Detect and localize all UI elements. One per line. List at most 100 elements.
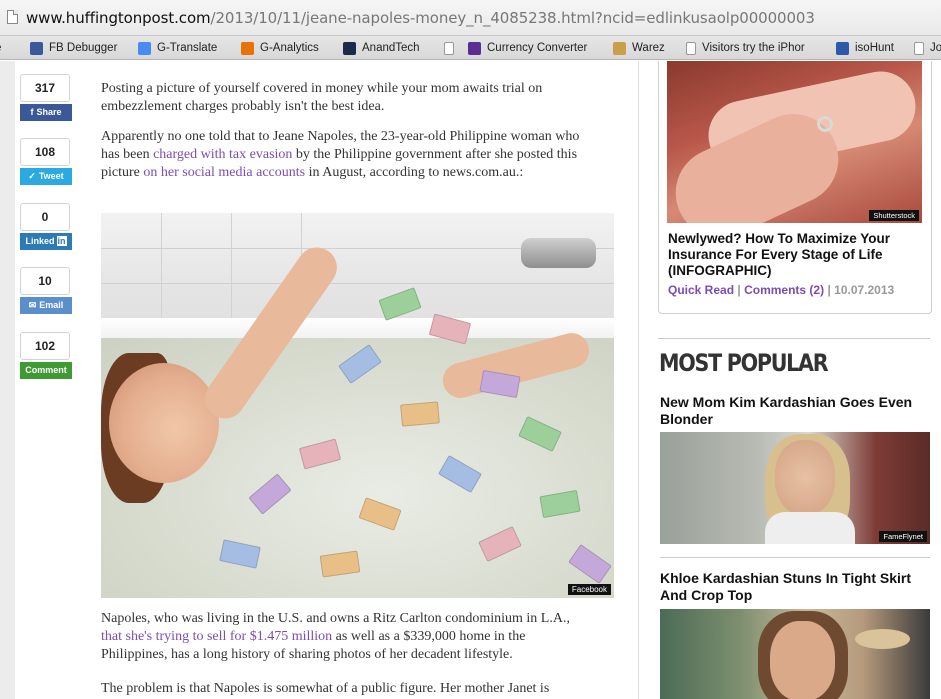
yahoo-icon	[468, 41, 481, 55]
shirt	[765, 512, 855, 544]
bookmark-label: Currency Converter	[487, 42, 588, 54]
anandtech-icon	[343, 41, 356, 55]
web-page: 317 f Share 108 ✓ Tweet 0 Linked in 10 ✉ Ema…	[0, 61, 941, 699]
bookmark-jo[interactable]: Jo	[914, 40, 941, 56]
article-photo: Facebook	[101, 213, 614, 598]
most-popular-item-title[interactable]: Khloe Kardashian Stuns In Tight Skirt An…	[660, 570, 930, 604]
most-popular-item-image[interactable]	[660, 609, 930, 699]
linkedin-icon: in	[56, 236, 67, 246]
right-sidebar: Shutterstock Newlywed? How To Maximize Y…	[638, 61, 941, 699]
tweet-button[interactable]: ✓ Tweet	[20, 168, 72, 185]
bookmark-label: G-Translate	[157, 42, 218, 54]
article-paragraph-2: Apparently no one told that to Jeane Nap…	[101, 128, 591, 182]
doc-icon	[914, 41, 924, 55]
bookmark-anandtech[interactable]: AnandTech	[343, 40, 420, 56]
divider	[658, 338, 930, 339]
facebook-icon: f	[30, 107, 34, 117]
bookmark-g-analytics[interactable]: G-Analytics	[241, 40, 319, 56]
paragraph-text: Napoles, who was living in the U.S. and …	[101, 611, 570, 626]
divider	[660, 557, 930, 558]
email-icon: ✉	[28, 300, 37, 310]
share-count: 317	[20, 74, 70, 102]
social-media-link[interactable]: on her social media accounts	[143, 165, 305, 180]
feature-meta: Quick Read | Comments (2) | 10.07.2013	[668, 283, 894, 297]
comments-link[interactable]: Comments (2)	[744, 283, 824, 297]
condo-sale-link[interactable]: that she's trying to sell for $1.475 mil…	[101, 629, 332, 644]
tile-line	[101, 283, 614, 284]
tax-evasion-link[interactable]: charged with tax evasion	[153, 147, 292, 162]
bookmark-warez[interactable]: Warez	[613, 40, 665, 56]
bookmark-label: G-Analytics	[260, 42, 319, 54]
warez-icon	[613, 41, 626, 55]
email-share-button[interactable]: ✉ Email	[20, 297, 72, 314]
share-twitter: 108 ✓ Tweet	[20, 138, 76, 185]
share-comment: 102 Comment	[20, 332, 76, 379]
most-popular-item-title[interactable]: New Mom Kim Kardashian Goes Even Blonder	[660, 394, 930, 428]
quick-read-link[interactable]: Quick Read	[668, 283, 734, 297]
translate-icon	[138, 41, 151, 55]
most-popular-item-image[interactable]: FameFlynet	[660, 432, 930, 544]
bookmark-fb-debugger[interactable]: FB Debugger	[30, 40, 117, 56]
bookmark-label: gle	[0, 40, 1, 56]
euro-bill	[400, 401, 440, 427]
face	[775, 440, 835, 515]
bookmarks-bar: gle FB Debugger G-Translate G-Analytics …	[0, 36, 941, 60]
photo-credit: Facebook	[567, 584, 611, 595]
bookmark-visitors[interactable]: Visitors try the iPhor	[686, 40, 805, 56]
share-facebook: 317 f Share	[20, 74, 76, 121]
bookmark-blank[interactable]	[444, 40, 460, 56]
hat	[855, 629, 910, 649]
doc-icon	[444, 41, 454, 55]
share-count: 102	[20, 332, 70, 360]
comment-button[interactable]: Comment	[20, 362, 72, 379]
feature-image[interactable]: Shutterstock	[667, 61, 922, 223]
facebook-share-button[interactable]: f Share	[20, 104, 72, 121]
analytics-icon	[241, 41, 254, 55]
share-label: Share	[36, 107, 62, 117]
share-label: Tweet	[38, 171, 64, 181]
article-paragraph-1: Posting a picture of yourself covered in…	[101, 81, 543, 114]
url-path: /2013/10/11/jeane-napoles-money_n_408523…	[210, 9, 815, 27]
url-text[interactable]: www.huffingtonpost.com/2013/10/11/jeane-…	[26, 9, 815, 27]
feature-date: 10.07.2013	[834, 283, 895, 297]
face	[770, 621, 835, 699]
bookmark-gle[interactable]: gle	[0, 40, 1, 56]
doc-icon	[686, 41, 696, 55]
share-linkedin: 0 Linked in	[20, 203, 76, 250]
article-paragraph-3: Napoles, who was living in the U.S. and …	[101, 610, 591, 664]
share-count: 0	[20, 203, 70, 231]
wedding-ring	[817, 116, 833, 132]
bookmark-currency-converter[interactable]: Currency Converter	[468, 40, 587, 56]
image-credit: FameFlynet	[879, 531, 927, 542]
bookmark-label: Jo	[930, 42, 941, 54]
address-bar[interactable]: www.huffingtonpost.com/2013/10/11/jeane-…	[0, 0, 941, 36]
article-column: 317 f Share 108 ✓ Tweet 0 Linked in 10 ✉ Ema…	[15, 61, 638, 699]
share-count: 108	[20, 138, 70, 166]
share-count: 10	[20, 267, 70, 295]
paragraph-text: in August, according to news.com.au.:	[305, 165, 524, 180]
bookmark-label: Warez	[632, 42, 665, 54]
bookmark-label: Visitors try the iPhor	[702, 42, 805, 54]
euro-bill	[378, 287, 422, 321]
most-popular-heading: MOST POPULAR	[659, 349, 829, 377]
twitter-icon: ✓	[28, 171, 36, 181]
feature-title-link[interactable]: Newlywed? How To Maximize Your Insurance…	[668, 231, 928, 279]
bookmark-isohunt[interactable]: isoHunt	[836, 40, 894, 56]
article-paragraph-4: The problem is that Napoles is somewhat …	[101, 681, 550, 696]
left-gutter	[0, 61, 15, 699]
share-label: Linked	[25, 236, 55, 246]
page-icon	[7, 10, 18, 24]
share-label: Comment	[25, 365, 67, 375]
share-email: 10 ✉ Email	[20, 267, 76, 314]
faucet	[521, 238, 596, 268]
url-host: www.huffingtonpost.com	[26, 9, 211, 27]
linkedin-share-button[interactable]: Linked in	[20, 233, 72, 250]
share-label: Email	[39, 300, 64, 310]
bookmark-label: isoHunt	[855, 42, 894, 54]
facebook-icon	[30, 41, 43, 55]
image-credit: Shutterstock	[869, 210, 919, 221]
woman-face	[109, 363, 219, 483]
isohunt-icon	[836, 41, 849, 55]
bookmark-label: AnandTech	[362, 42, 420, 54]
bookmark-g-translate[interactable]: G-Translate	[138, 40, 217, 56]
